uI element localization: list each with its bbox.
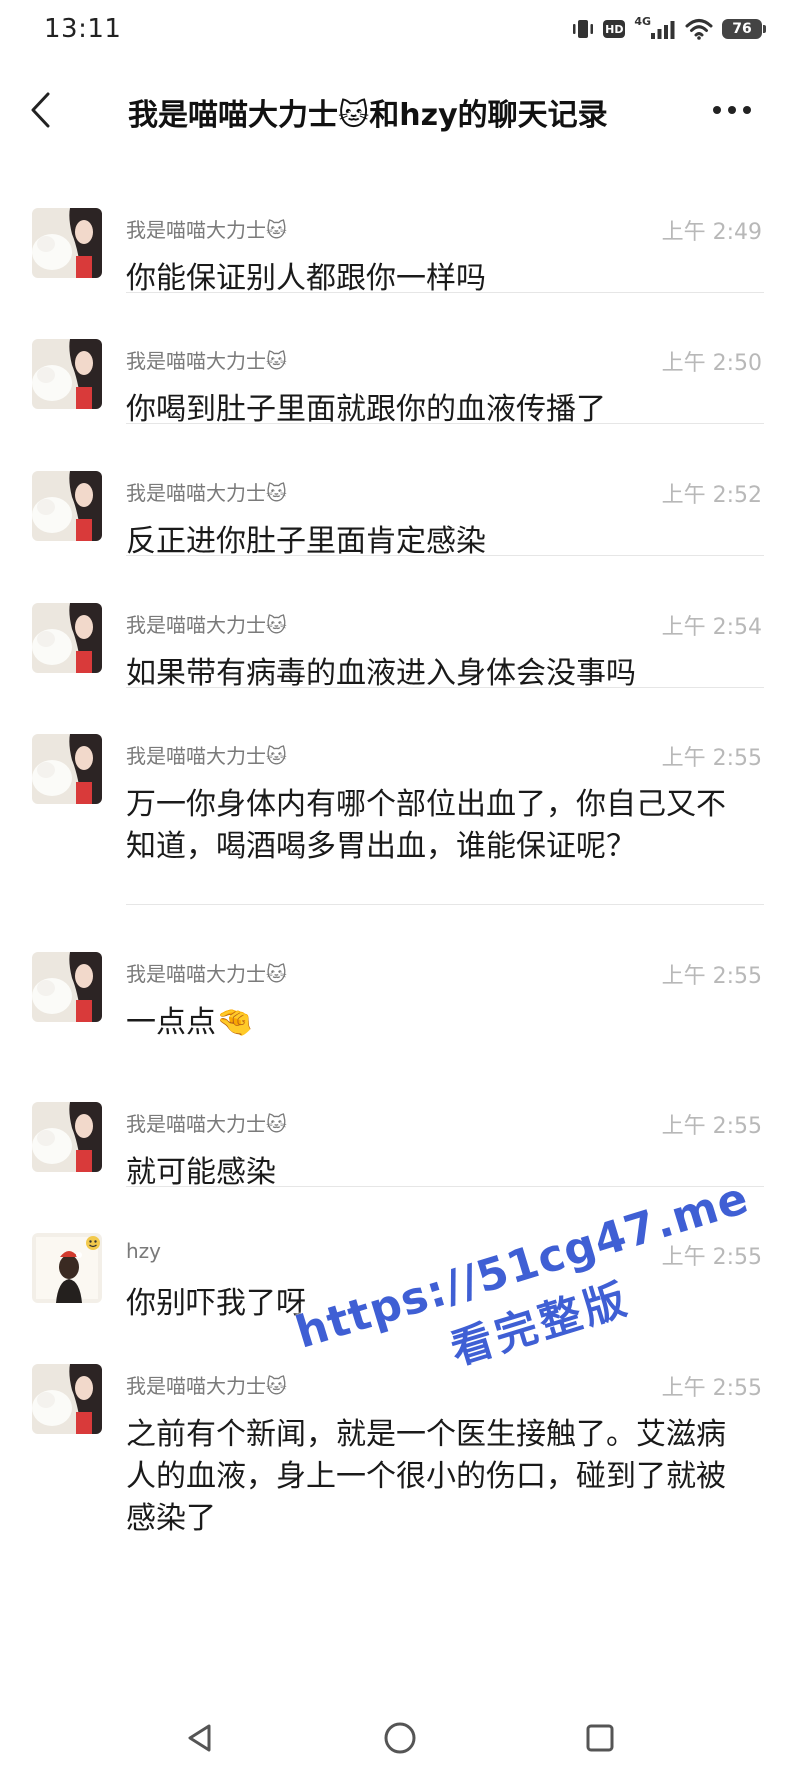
network-type: 4G: [634, 14, 651, 28]
circle-home-icon: [384, 1722, 416, 1754]
divider: [126, 423, 764, 424]
message-time: 上午 2:55: [661, 964, 762, 989]
status-time: 13:11: [44, 14, 122, 44]
battery-indicator: 76: [722, 19, 766, 39]
sender-avatar[interactable]: [32, 1102, 102, 1172]
more-button[interactable]: [704, 88, 760, 132]
message-time: 上午 2:52: [661, 483, 762, 508]
sender-avatar[interactable]: [32, 603, 102, 673]
nav-home-button[interactable]: [372, 1710, 428, 1766]
message-time: 上午 2:55: [661, 1245, 762, 1270]
sender-name: 我是喵喵大力士🐱: [126, 744, 287, 768]
sender-avatar[interactable]: [32, 1364, 102, 1434]
divider: [126, 687, 764, 688]
sender-avatar[interactable]: [32, 952, 102, 1022]
status-bar: 13:11 HD 4G 76: [0, 0, 800, 60]
sender-avatar[interactable]: [32, 339, 102, 409]
sender-name: 我是喵喵大力士🐱: [126, 962, 287, 986]
nav-recents-button[interactable]: [572, 1710, 628, 1766]
divider: [126, 904, 764, 905]
sender-avatar[interactable]: [32, 208, 102, 278]
more-dots-icon: [713, 106, 751, 114]
title-bar: 我是喵喵大力士🐱和hzy的聊天记录: [0, 70, 800, 150]
sender-name: 我是喵喵大力士🐱: [126, 1112, 287, 1136]
square-recents-icon: [586, 1724, 614, 1752]
sender-name: hzy: [126, 1239, 162, 1263]
sender-name: 我是喵喵大力士🐱: [126, 1374, 287, 1398]
wifi-icon: [685, 18, 713, 40]
sender-name: 我是喵喵大力士🐱: [126, 481, 287, 505]
nav-back-button[interactable]: [172, 1710, 228, 1766]
message-text: 万一你身体内有哪个部位出血了，你自己又不知道，喝酒喝多胃出血，谁能保证呢？: [126, 787, 726, 864]
hd-badge: HD: [603, 20, 626, 38]
message-time: 上午 2:49: [661, 220, 762, 245]
divider: [126, 292, 764, 293]
message-time: 上午 2:55: [661, 746, 762, 771]
status-icons: HD 4G 76: [572, 14, 766, 44]
triangle-back-icon: [188, 1724, 211, 1752]
sender-avatar[interactable]: [32, 471, 102, 541]
signal-icon: [650, 18, 676, 40]
navigation-bar: [0, 1690, 800, 1784]
message-text: 之前有个新闻，就是一个医生接触了。艾滋病人的血液，身上一个很小的伤口，碰到了就被…: [126, 1417, 726, 1536]
message-text: 你喝到肚子里面就跟你的血液传播了: [126, 392, 606, 427]
divider: [126, 1186, 764, 1187]
message-time: 上午 2:55: [661, 1114, 762, 1139]
message-time: 上午 2:50: [661, 351, 762, 376]
message-time: 上午 2:54: [661, 615, 762, 640]
sender-name: 我是喵喵大力士🐱: [126, 218, 287, 242]
sender-avatar[interactable]: [32, 734, 102, 804]
message-text: 你能保证别人都跟你一样吗: [126, 261, 486, 296]
chevron-left-icon: [31, 92, 50, 128]
sender-name: 我是喵喵大力士🐱: [126, 349, 287, 373]
message-text: 反正进你肚子里面肯定感染: [126, 524, 486, 559]
sender-name: 我是喵喵大力士🐱: [126, 613, 287, 637]
page-title: 我是喵喵大力士🐱和hzy的聊天记录: [128, 98, 608, 133]
message-text: 一点点🤏: [126, 1005, 254, 1040]
back-button[interactable]: [18, 82, 62, 138]
vibrate-icon: [572, 18, 594, 40]
message-text: 就可能感染: [126, 1155, 276, 1190]
sender-avatar[interactable]: [32, 1233, 102, 1303]
message-time: 上午 2:55: [661, 1376, 762, 1401]
message-text: 你别吓我了呀: [126, 1286, 306, 1321]
message-text: 如果带有病毒的血液进入身体会没事吗: [126, 656, 636, 691]
divider: [126, 555, 764, 556]
